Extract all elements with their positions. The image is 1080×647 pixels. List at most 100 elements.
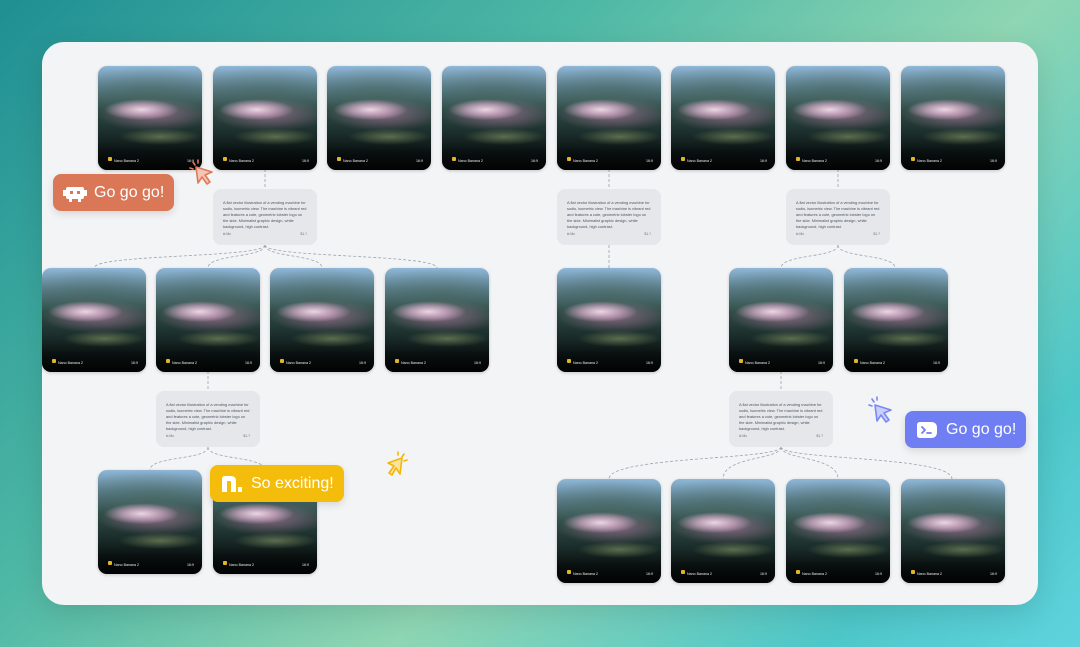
- model-icon: [681, 157, 685, 161]
- model-name: Nano Banana 2: [917, 159, 942, 163]
- aspect-ratio: 16:9: [187, 563, 194, 567]
- image-card[interactable]: Nano Banana 2 16:9: [213, 66, 317, 170]
- prompt-model: ⧉ Mo: [796, 232, 805, 236]
- collaborator-pill-red: Go go go!: [53, 174, 175, 211]
- prompt-cost: $1.?: [816, 434, 823, 438]
- pill-label: Go go go!: [946, 420, 1017, 438]
- aspect-ratio: 16:9: [760, 572, 767, 576]
- n-logo-icon: [222, 475, 242, 492]
- model-name: Nano Banana 2: [745, 361, 770, 365]
- aspect-ratio: 16:9: [818, 361, 825, 365]
- image-card[interactable]: Nano Banana 2 16:9: [98, 470, 202, 574]
- prompt-node[interactable]: A flat vector illustration of a vending …: [786, 189, 890, 245]
- model-name: Nano Banana 2: [229, 159, 254, 163]
- image-card[interactable]: Nano Banana 2 16:9: [327, 66, 431, 170]
- image-card[interactable]: Nano Banana 2 16:9: [42, 268, 146, 372]
- robot-icon: [63, 186, 87, 202]
- image-card[interactable]: Nano Banana 2 16:9: [786, 66, 890, 170]
- image-card[interactable]: Nano Banana 2 16:9: [270, 268, 374, 372]
- model-icon: [337, 157, 341, 161]
- prompt-text: A flat vector illustration of a vending …: [796, 200, 880, 229]
- image-card[interactable]: Nano Banana 2 16:9: [901, 479, 1005, 583]
- image-card[interactable]: Nano Banana 2 16:9: [671, 66, 775, 170]
- model-name: Nano Banana 2: [687, 159, 712, 163]
- aspect-ratio: 16:9: [933, 361, 940, 365]
- image-card[interactable]: Nano Banana 2 16:9: [557, 268, 661, 372]
- model-name: Nano Banana 2: [229, 563, 254, 567]
- collaborator-pill-blue: Go go go!: [905, 411, 1027, 448]
- model-name: Nano Banana 2: [802, 159, 827, 163]
- prompt-cost: $1.?: [243, 434, 250, 438]
- cursor-icon: [387, 451, 408, 476]
- model-name: Nano Banana 2: [917, 572, 942, 576]
- prompt-model: ⧉ Mo: [223, 232, 232, 236]
- model-icon: [911, 570, 915, 574]
- prompt-node[interactable]: A flat vector illustration of a vending …: [729, 391, 833, 447]
- model-icon: [108, 561, 112, 565]
- collaborator-pill-yellow: So exciting!: [210, 465, 344, 502]
- model-name: Nano Banana 2: [286, 361, 311, 365]
- model-icon: [452, 157, 456, 161]
- model-icon: [223, 561, 227, 565]
- image-card[interactable]: Nano Banana 2 16:9: [557, 479, 661, 583]
- model-icon: [796, 570, 800, 574]
- aspect-ratio: 16:9: [416, 159, 423, 163]
- model-name: Nano Banana 2: [573, 361, 598, 365]
- model-icon: [567, 157, 571, 161]
- image-card[interactable]: Nano Banana 2 16:9: [442, 66, 546, 170]
- model-icon: [280, 359, 284, 363]
- image-card[interactable]: Nano Banana 2 16:9: [729, 268, 833, 372]
- image-card[interactable]: Nano Banana 2 16:9: [557, 66, 661, 170]
- model-name: Nano Banana 2: [802, 572, 827, 576]
- prompt-model: ⧉ Mo: [739, 434, 748, 438]
- image-card[interactable]: Nano Banana 2 16:9: [786, 479, 890, 583]
- model-icon: [911, 157, 915, 161]
- aspect-ratio: 16:9: [760, 159, 767, 163]
- model-name: Nano Banana 2: [343, 159, 368, 163]
- pill-label: So exciting!: [251, 474, 334, 492]
- aspect-ratio: 16:9: [646, 361, 653, 365]
- aspect-ratio: 16:9: [245, 361, 252, 365]
- image-card[interactable]: Nano Banana 2 16:9: [901, 66, 1005, 170]
- model-icon: [223, 157, 227, 161]
- prompt-node[interactable]: A flat vector illustration of a vending …: [213, 189, 317, 245]
- model-name: Nano Banana 2: [687, 572, 712, 576]
- prompt-cost: $1.?: [300, 232, 307, 236]
- aspect-ratio: 16:9: [302, 159, 309, 163]
- model-icon: [108, 157, 112, 161]
- prompt-cost: $1.?: [873, 232, 880, 236]
- prompt-node[interactable]: A flat vector illustration of a vending …: [156, 391, 260, 447]
- image-card[interactable]: Nano Banana 2 16:9: [671, 479, 775, 583]
- image-card[interactable]: Nano Banana 2 16:9: [98, 66, 202, 170]
- model-name: Nano Banana 2: [114, 159, 139, 163]
- model-icon: [395, 359, 399, 363]
- image-card[interactable]: Nano Banana 2 16:9: [385, 268, 489, 372]
- prompt-cost: $1.?: [644, 232, 651, 236]
- aspect-ratio: 16:9: [474, 361, 481, 365]
- aspect-ratio: 16:9: [131, 361, 138, 365]
- aspect-ratio: 16:9: [302, 563, 309, 567]
- model-name: Nano Banana 2: [401, 361, 426, 365]
- model-icon: [796, 157, 800, 161]
- image-card[interactable]: Nano Banana 2 16:9: [844, 268, 948, 372]
- cursor-icon: [189, 159, 213, 185]
- prompt-text: A flat vector illustration of a vending …: [166, 402, 250, 431]
- prompt-node[interactable]: A flat vector illustration of a vending …: [557, 189, 661, 245]
- model-icon: [854, 359, 858, 363]
- image-card[interactable]: Nano Banana 2 16:9: [156, 268, 260, 372]
- aspect-ratio: 16:9: [359, 361, 366, 365]
- aspect-ratio: 16:9: [646, 159, 653, 163]
- model-name: Nano Banana 2: [860, 361, 885, 365]
- model-icon: [681, 570, 685, 574]
- aspect-ratio: 16:9: [875, 572, 882, 576]
- model-icon: [739, 359, 743, 363]
- prompt-model: ⧉ Mo: [567, 232, 576, 236]
- model-icon: [567, 570, 571, 574]
- aspect-ratio: 16:9: [646, 572, 653, 576]
- model-name: Nano Banana 2: [458, 159, 483, 163]
- terminal-icon: [917, 421, 937, 438]
- aspect-ratio: 16:9: [990, 159, 997, 163]
- workflow-canvas[interactable]: Nano Banana 2 16:9 Nano Banana 2 16:9 Na…: [42, 42, 1038, 605]
- model-name: Nano Banana 2: [573, 159, 598, 163]
- model-name: Nano Banana 2: [58, 361, 83, 365]
